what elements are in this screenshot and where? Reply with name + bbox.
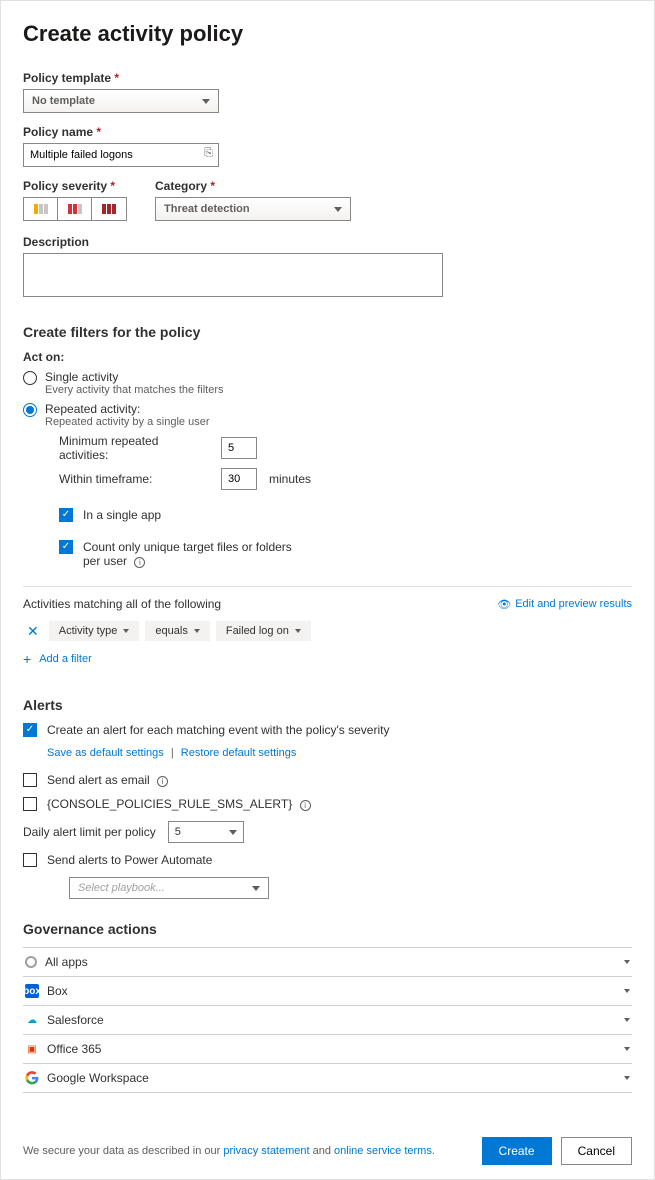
checkbox-send-email[interactable]	[23, 773, 37, 787]
playbook-select[interactable]: Select playbook...	[69, 877, 269, 899]
within-label: Within timeframe:	[59, 472, 209, 486]
repeated-activity-sub: Repeated activity by a single user	[45, 416, 209, 428]
template-select[interactable]: No template	[23, 89, 219, 113]
checkbox-single-app[interactable]	[59, 508, 73, 522]
power-automate-label: Send alerts to Power Automate	[47, 853, 212, 867]
cancel-button[interactable]: Cancel	[561, 1137, 632, 1165]
chevron-down-icon	[334, 207, 342, 212]
gov-row-all-apps[interactable]: All apps	[23, 947, 632, 977]
google-icon	[25, 1071, 39, 1085]
category-select[interactable]: Threat detection	[155, 197, 351, 221]
matching-label: Activities matching all of the following	[23, 597, 221, 611]
chevron-down-icon	[624, 989, 630, 993]
severity-medium[interactable]	[58, 198, 92, 220]
repeated-activity-label: Repeated activity:	[45, 402, 209, 416]
severity-low[interactable]	[24, 198, 58, 220]
min-activities-input[interactable]	[221, 437, 257, 459]
template-label: Policy template	[23, 71, 632, 85]
add-filter-link[interactable]: + Add a filter	[23, 651, 632, 667]
within-input[interactable]	[221, 468, 257, 490]
checkbox-unique-targets[interactable]	[59, 540, 73, 554]
gov-row-office365[interactable]: ▣Office 365	[23, 1034, 632, 1064]
description-input[interactable]	[23, 253, 443, 297]
info-icon[interactable]	[157, 776, 168, 787]
single-activity-label: Single activity	[45, 370, 224, 384]
terms-link[interactable]: online service terms	[334, 1145, 432, 1157]
checkbox-create-alert[interactable]	[23, 723, 37, 737]
gov-row-google[interactable]: Google Workspace	[23, 1063, 632, 1093]
send-email-label: Send alert as email	[47, 773, 150, 787]
chevron-down-icon	[624, 960, 630, 964]
remove-filter-button[interactable]: ✕	[23, 623, 43, 640]
single-app-label: In a single app	[83, 508, 161, 522]
filters-heading: Create filters for the policy	[23, 324, 632, 340]
clear-icon[interactable]: ⎘	[204, 147, 213, 160]
create-alert-label: Create an alert for each matching event …	[47, 723, 389, 737]
filter-operator-chip[interactable]: equals	[145, 621, 209, 641]
description-label: Description	[23, 235, 632, 249]
info-icon[interactable]	[134, 557, 145, 568]
min-activities-label: Minimum repeated activities:	[59, 434, 209, 462]
box-icon: box	[25, 984, 39, 998]
save-default-link[interactable]: Save as default settings	[47, 747, 164, 759]
alerts-heading: Alerts	[23, 697, 632, 713]
act-on-label: Act on:	[23, 350, 632, 364]
chevron-down-icon	[624, 1018, 630, 1022]
filter-value-chip[interactable]: Failed log on	[216, 621, 311, 641]
checkbox-sms-alert[interactable]	[23, 797, 37, 811]
daily-limit-select[interactable]: 5	[168, 821, 244, 843]
severity-high[interactable]	[92, 198, 126, 220]
eye-icon	[497, 598, 511, 611]
sms-alert-label: {CONSOLE_POLICIES_RULE_SMS_ALERT}	[47, 797, 292, 811]
within-unit: minutes	[269, 472, 311, 486]
chevron-down-icon	[202, 99, 210, 104]
preview-results-link[interactable]: Edit and preview results	[497, 598, 632, 611]
create-button[interactable]: Create	[482, 1137, 552, 1165]
single-activity-sub: Every activity that matches the filters	[45, 384, 224, 396]
chevron-down-icon	[624, 1047, 630, 1051]
daily-limit-label: Daily alert limit per policy	[23, 825, 156, 839]
radio-repeated-activity[interactable]	[23, 403, 37, 417]
name-label: Policy name	[23, 125, 632, 139]
radio-single-activity[interactable]	[23, 371, 37, 385]
footer-text: We secure your data as described in our …	[23, 1145, 435, 1157]
restore-default-link[interactable]: Restore default settings	[181, 747, 297, 759]
governance-heading: Governance actions	[23, 921, 632, 937]
checkbox-power-automate[interactable]	[23, 853, 37, 867]
all-apps-icon	[25, 956, 37, 968]
office365-icon: ▣	[25, 1042, 39, 1056]
filter-field-chip[interactable]: Activity type	[49, 621, 140, 641]
category-label: Category	[155, 179, 351, 193]
severity-toggle[interactable]	[23, 197, 127, 221]
unique-targets-label: Count only unique target files or folder…	[83, 540, 292, 568]
plus-icon: +	[23, 651, 31, 667]
page-title: Create activity policy	[23, 21, 632, 47]
privacy-link[interactable]: privacy statement	[223, 1145, 309, 1157]
chevron-down-icon	[624, 1076, 630, 1080]
name-input[interactable]	[23, 143, 219, 167]
salesforce-icon: ☁	[25, 1013, 39, 1027]
severity-label: Policy severity	[23, 179, 127, 193]
gov-row-box[interactable]: boxBox	[23, 976, 632, 1006]
chevron-down-icon	[229, 830, 237, 835]
info-icon[interactable]	[300, 800, 311, 811]
gov-row-salesforce[interactable]: ☁Salesforce	[23, 1005, 632, 1035]
chevron-down-icon	[252, 886, 260, 891]
